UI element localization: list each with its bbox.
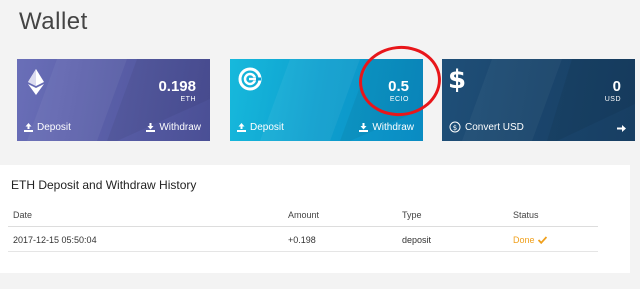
eth-balance: 0.198 xyxy=(158,78,196,95)
svg-text:$: $ xyxy=(453,124,457,132)
usd-go-button[interactable] xyxy=(617,124,626,133)
download-icon xyxy=(146,123,156,132)
eth-deposit-button[interactable]: Deposit xyxy=(24,122,71,133)
page-title: Wallet xyxy=(19,8,88,35)
ethereum-icon xyxy=(28,69,44,95)
download-icon xyxy=(359,123,369,132)
eth-deposit-label: Deposit xyxy=(37,122,71,133)
row-status: Done xyxy=(513,235,547,245)
ecio-unit: ECIO xyxy=(389,96,409,103)
upload-icon xyxy=(237,123,246,132)
eth-withdraw-label: Withdraw xyxy=(159,122,201,133)
checkmark-icon xyxy=(537,236,547,244)
history-panel: ETH Deposit and Withdraw History Date Am… xyxy=(0,165,630,273)
ecio-logo-icon xyxy=(238,67,262,91)
row-amount: +0.198 xyxy=(288,235,316,245)
header-divider xyxy=(8,226,598,227)
row-date: 2017-12-15 05:50:04 xyxy=(13,235,97,245)
eth-withdraw-button[interactable]: Withdraw xyxy=(146,122,201,133)
ecio-withdraw-button[interactable]: Withdraw xyxy=(359,122,414,133)
usd-wallet-card: $ 0 USD $ Convert USD xyxy=(442,59,635,141)
column-header-date: Date xyxy=(13,210,33,220)
row-type: deposit xyxy=(402,235,432,245)
status-badge: Done xyxy=(513,235,535,245)
history-title: ETH Deposit and Withdraw History xyxy=(11,178,197,192)
usd-unit: USD xyxy=(604,96,621,103)
convert-icon: $ xyxy=(449,121,461,133)
ecio-deposit-button[interactable]: Deposit xyxy=(237,122,284,133)
column-header-amount: Amount xyxy=(288,210,320,220)
convert-usd-button[interactable]: $ Convert USD xyxy=(449,121,524,133)
dollar-icon: $ xyxy=(448,65,467,95)
convert-usd-label: Convert USD xyxy=(465,121,524,133)
arrow-right-icon xyxy=(617,125,626,132)
row-divider xyxy=(8,251,598,252)
usd-balance: 0 xyxy=(612,78,621,95)
ecio-withdraw-label: Withdraw xyxy=(372,122,414,133)
column-header-status: Status xyxy=(513,210,539,220)
ecio-deposit-label: Deposit xyxy=(250,122,284,133)
ecio-balance: 0.5 xyxy=(388,78,409,95)
eth-wallet-card: 0.198 ETH Deposit Withdraw xyxy=(17,59,210,141)
eth-unit: ETH xyxy=(180,96,196,103)
ecio-wallet-card: 0.5 ECIO Deposit Withdraw xyxy=(230,59,423,141)
upload-icon xyxy=(24,123,33,132)
column-header-type: Type xyxy=(402,210,422,220)
